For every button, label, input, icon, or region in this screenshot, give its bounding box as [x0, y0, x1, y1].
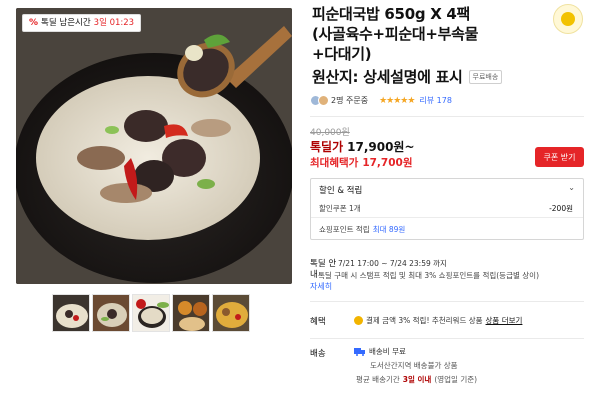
thumbnail-1[interactable] [52, 294, 90, 332]
discount-points-box[interactable]: 할인 & 적립 ⌄ 할인쿠폰 1개 -200원 쇼핑포인트 적립 최대 89원 [310, 178, 584, 240]
timer-label: 톡딜 남은시간 [41, 17, 91, 28]
deal-description: 톡딜 구매 시 스탬프 적립 및 최대 3% 쇼핑포인트를 적립(등급별 상이) [318, 271, 539, 280]
wishlist-icon[interactable] [553, 4, 583, 34]
product-title-line: (사골육수+피순대+부속물 [312, 25, 479, 43]
avg-delivery-suffix: (영업일 기준) [434, 375, 478, 384]
box-title: 할인 & 적립 [319, 186, 363, 196]
buyers-count: 2명 주문중 [331, 96, 369, 105]
coupon-value: -200원 [549, 204, 573, 213]
free-shipping-tag: 무료배송 [468, 69, 503, 84]
thumbnail-4[interactable] [172, 294, 210, 332]
max-benefit-label: 최대혜택가 [310, 157, 359, 169]
benefit-text: 결제 금액 3% 적립! 추천리워드 상품 [366, 316, 483, 325]
review-row: 2명 주문중 ★★★★★ 리뷰 178 [310, 95, 452, 106]
origin-row: 원산지: 상세설명에 표시 무료배송 [312, 66, 503, 87]
star-rating-icon: ★★★★★ [379, 95, 415, 106]
review-link[interactable]: 리뷰 178 [419, 95, 452, 106]
deal-price-label: 톡딜가 [310, 140, 344, 154]
benefit-row: 결제 금액 3% 적립! 추천리워드 상품 상품 더보기 [354, 315, 522, 326]
percent-badge-icon: % [29, 17, 39, 28]
points-label: 쇼핑포인트 적립 [319, 225, 370, 234]
get-coupon-button[interactable]: 쿠폰 받기 [535, 147, 584, 167]
avg-delivery-days: 3일 이내 [402, 375, 432, 384]
avg-delivery-prefix: 평균 배송기간 [356, 375, 400, 384]
divider [310, 301, 584, 302]
buyer-avatars [310, 95, 329, 106]
coupon-label: 할인쿠폰 1개 [319, 204, 361, 213]
avatar [318, 95, 329, 106]
deal-price-row: 톡딜가 17,900원~ [310, 138, 415, 155]
points-highlight: 최대 89원 [372, 225, 406, 234]
max-benefit-price: 17,700원 [362, 157, 413, 169]
product-title: 피순대국밥 650g X 4팩 (사골육수+피순대+부속물 +다대기) [312, 4, 532, 64]
divider [311, 217, 583, 218]
divider [310, 116, 584, 117]
thumbnail-5[interactable] [212, 294, 250, 332]
original-price: 40,000원 [310, 128, 350, 138]
more-products-link[interactable]: 상품 더보기 [486, 315, 523, 326]
avg-delivery-row: 평균 배송기간 3일 이내 (영업일 기준) [356, 374, 477, 385]
points-row: 쇼핑포인트 적립 최대 89원 [319, 224, 405, 235]
truck-icon [354, 347, 365, 356]
deal-price-value: 17,900원~ [347, 140, 415, 154]
thumbnail-2[interactable] [92, 294, 130, 332]
divider [310, 338, 584, 339]
remote-area-note: 도서산간지역 배송불가 상품 [370, 361, 458, 370]
thumbnail-strip [52, 294, 250, 332]
coin-badge-icon [561, 12, 575, 26]
thumbnail-3[interactable] [132, 294, 170, 332]
product-title-line: +다대기) [312, 45, 372, 63]
shipping-fee: 배송비 무료 [369, 347, 406, 356]
detail-link[interactable]: 자세히 [310, 281, 332, 292]
origin-text: 원산지: 상세설명에 표시 [312, 68, 463, 86]
max-benefit-row: 최대혜택가 17,700원 [310, 155, 413, 170]
benefit-label: 혜택 [310, 317, 326, 327]
coin-icon [354, 316, 363, 325]
shipping-fee-row: 배송비 무료 [354, 346, 406, 357]
timer-value: 3일 01:23 [93, 17, 135, 28]
chevron-down-icon[interactable]: ⌄ [568, 183, 575, 192]
product-title-line: 피순대국밥 650g X 4팩 [312, 5, 471, 23]
deal-timer-badge: % 톡딜 남은시간 3일 01:23 [22, 14, 142, 32]
shipping-label: 배송 [310, 349, 326, 359]
deal-period: 7/21 17:00 ~ 7/24 23:59 까지 [338, 259, 447, 268]
product-main-image[interactable] [16, 8, 292, 284]
deal-info-label-2: 내 [310, 270, 318, 280]
